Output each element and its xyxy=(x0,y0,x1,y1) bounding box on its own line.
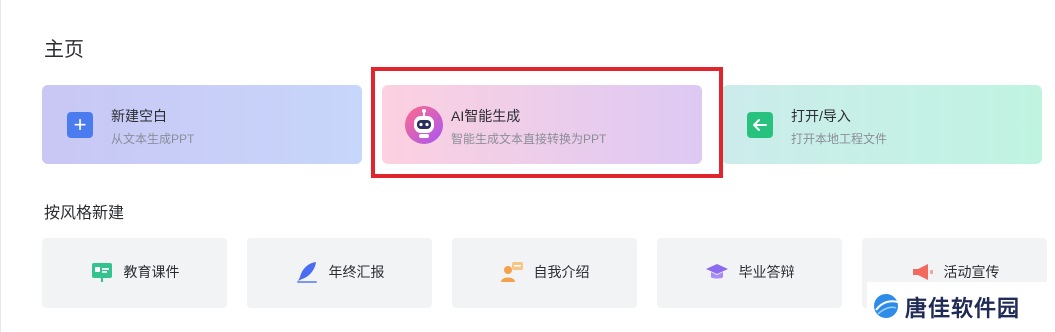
home-page: 主页 + 新建空白 从文本生成PPT AI智能生成 智能生成文本直接转换为PPT xyxy=(0,0,1055,332)
person-speech-icon xyxy=(500,260,524,284)
style-button-education[interactable]: 教育课件 xyxy=(42,238,227,308)
style-label-annual-report: 年终汇报 xyxy=(328,264,385,280)
ai-generate-subtitle: 智能生成文本直接转换为PPT xyxy=(451,132,607,146)
open-import-card[interactable]: 打开/导入 打开本地工程文件 xyxy=(722,85,1042,164)
open-import-label: 打开/导入 xyxy=(791,108,851,124)
ai-generate-card[interactable]: AI智能生成 智能生成文本直接转换为PPT xyxy=(382,85,702,164)
open-import-subtitle: 打开本地工程文件 xyxy=(791,132,888,146)
new-blank-subtitle: 从文本生成PPT xyxy=(111,132,195,146)
import-file-icon xyxy=(747,112,773,138)
presentation-board-icon xyxy=(90,260,114,284)
watermark: 唐佳软件园 xyxy=(867,282,1055,332)
style-label-graduation: 毕业答辩 xyxy=(738,264,795,280)
style-button-self-intro[interactable]: 自我介绍 xyxy=(452,238,637,308)
style-label-education: 教育课件 xyxy=(123,264,180,280)
watermark-text: 唐佳软件园 xyxy=(905,296,1021,321)
ai-generate-label: AI智能生成 xyxy=(451,108,521,124)
globe-logo-icon xyxy=(872,292,900,320)
feather-pen-icon xyxy=(295,260,319,284)
section-title: 按风格新建 xyxy=(44,205,125,222)
graduation-cap-icon xyxy=(705,260,729,284)
new-blank-label: 新建空白 xyxy=(111,108,167,124)
page-title: 主页 xyxy=(44,39,84,61)
style-label-promotion: 活动宣传 xyxy=(943,264,1000,280)
style-button-annual-report[interactable]: 年终汇报 xyxy=(247,238,432,308)
robot-icon xyxy=(405,106,443,144)
style-label-self-intro: 自我介绍 xyxy=(533,264,590,280)
new-blank-card[interactable]: + 新建空白 从文本生成PPT xyxy=(42,85,362,164)
style-button-graduation[interactable]: 毕业答辩 xyxy=(657,238,842,308)
plus-icon: + xyxy=(67,112,93,138)
megaphone-icon xyxy=(910,260,934,284)
